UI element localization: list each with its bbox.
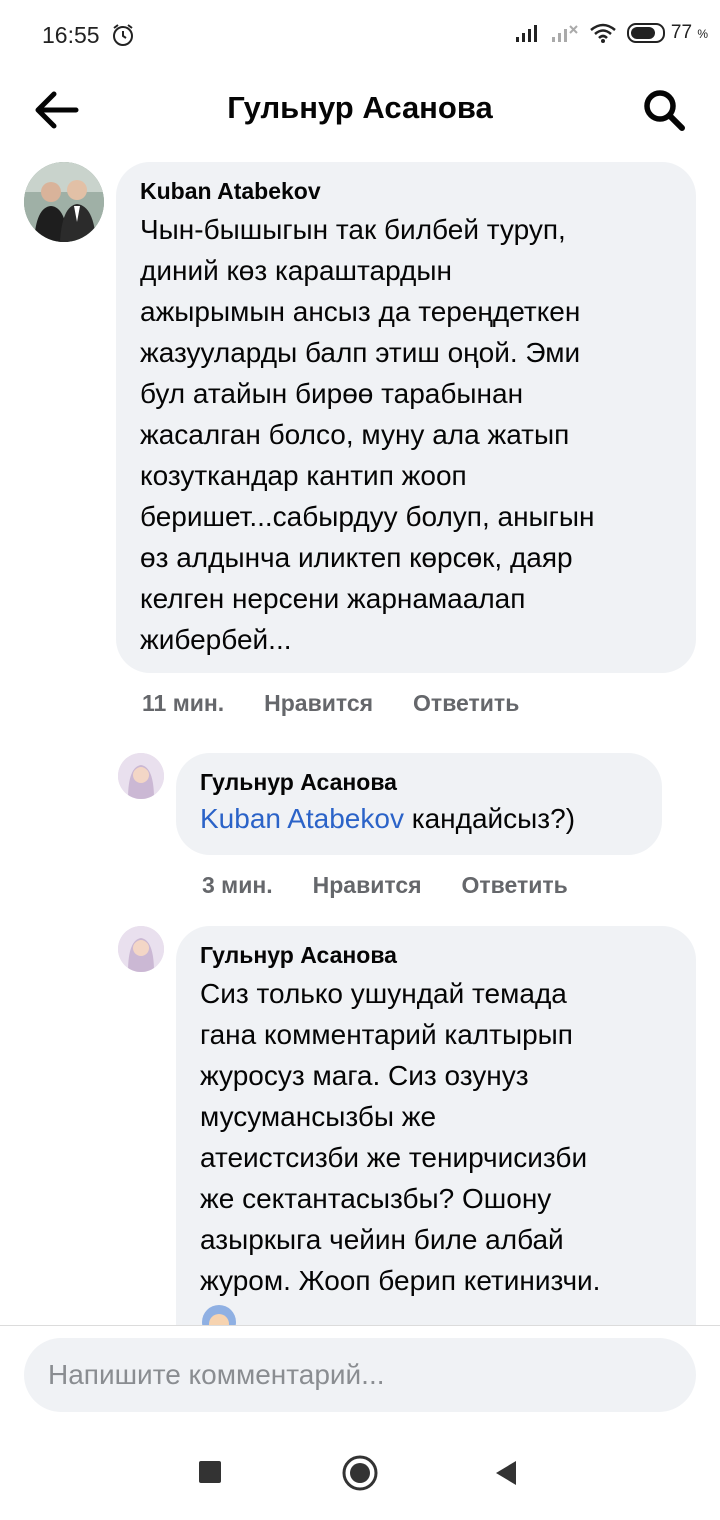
alarm-icon xyxy=(113,24,133,46)
avatar-photo xyxy=(118,753,164,799)
reply-bubble: Гульнур Асанова Сиз только ушундай темад… xyxy=(176,926,696,1325)
avatar-gulnur[interactable] xyxy=(118,753,164,799)
comment-author[interactable]: Kuban Atabekov xyxy=(140,178,672,205)
status-bar: 16:55 77 % xyxy=(0,0,720,70)
comment-time[interactable]: 11 мин. xyxy=(142,690,224,717)
comment-actions: 3 мин. Нравится Ответить xyxy=(202,872,568,899)
like-button[interactable]: Нравится xyxy=(313,872,422,899)
avatar-kuban[interactable] xyxy=(24,162,104,242)
comment-bubble: Kuban Atabekov Чын-бышыгын так билбей ту… xyxy=(116,162,696,673)
comment-input[interactable] xyxy=(24,1338,692,1412)
circle-home-icon xyxy=(342,1455,378,1491)
search-icon xyxy=(644,90,685,131)
signal-no-sim-icon xyxy=(551,25,578,42)
search-button[interactable] xyxy=(640,86,688,134)
wifi-icon xyxy=(590,23,616,43)
back-nav-button[interactable] xyxy=(494,1459,518,1492)
like-button[interactable]: Нравится xyxy=(264,690,373,717)
battery-indicator: 77 % xyxy=(626,22,708,44)
battery-icon xyxy=(626,23,665,43)
divider xyxy=(0,1325,720,1326)
reply-button[interactable]: Ответить xyxy=(462,872,568,899)
comment-composer[interactable] xyxy=(24,1338,696,1412)
avatar-gulnur[interactable] xyxy=(118,926,164,972)
system-navigation-bar xyxy=(0,1425,720,1520)
comment-text: Чын-бышыгын так билбей туруп, диний көз … xyxy=(140,214,595,655)
comment-text: Kuban Atabekov кандайсыз?) xyxy=(200,798,638,839)
comment-author[interactable]: Гульнур Асанова xyxy=(200,942,672,969)
avatar-photo xyxy=(24,162,104,242)
comment-text: Сиз только ушундай темада гана комментар… xyxy=(200,978,601,1296)
triangle-back-icon xyxy=(496,1461,516,1485)
comment-time[interactable]: 3 мин. xyxy=(202,872,273,899)
comment-author[interactable]: Гульнур Асанова xyxy=(200,769,638,796)
square-icon xyxy=(199,1461,221,1483)
mention-link[interactable]: Kuban Atabekov xyxy=(200,803,404,834)
avatar-photo xyxy=(118,926,164,972)
status-time: 16:55 xyxy=(42,22,100,48)
recents-button[interactable] xyxy=(198,1460,222,1489)
reply-button[interactable]: Ответить xyxy=(413,690,519,717)
reply-bubble: Гульнур Асанова Kuban Atabekov кандайсыз… xyxy=(176,753,662,855)
home-button[interactable] xyxy=(341,1454,379,1497)
comment-text-tail: кандайсыз?) xyxy=(403,803,576,834)
page-title: Гульнур Асанова xyxy=(227,90,493,125)
comment-actions: 11 мин. Нравится Ответить xyxy=(142,690,519,717)
hijab-emoji-icon xyxy=(202,1305,236,1325)
status-icons: 77 % xyxy=(515,22,708,44)
battery-percent: 77 % xyxy=(670,22,708,43)
signal-icon xyxy=(515,25,537,42)
app-header: Гульнур Асанова xyxy=(0,70,720,150)
